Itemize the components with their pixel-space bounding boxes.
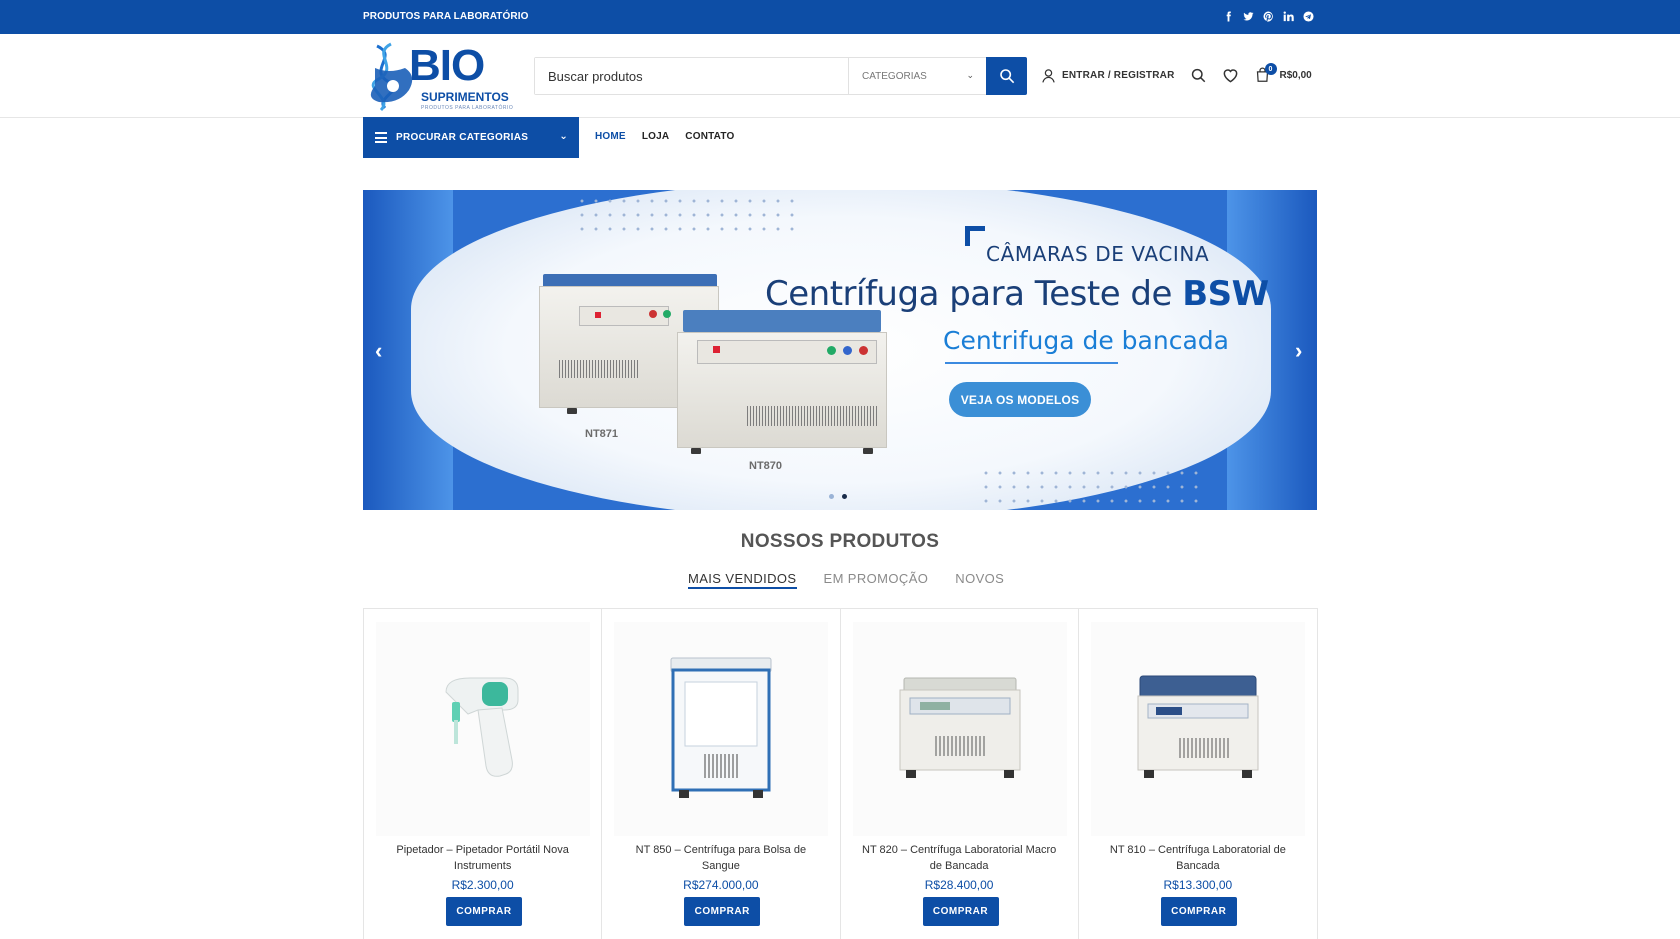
centrifuge-nt850-image — [670, 657, 772, 798]
banner-headline-bold: BSW — [1182, 274, 1269, 314]
search-form: CATEGORIAS ⌄ — [534, 57, 1027, 95]
banner-kicker: CÂMARAS DE VACINA — [986, 242, 1210, 266]
heart-icon — [1223, 68, 1237, 83]
model-label-nt871: NT871 — [585, 428, 619, 440]
search-icon — [1191, 68, 1205, 82]
slider-pagination — [829, 494, 847, 499]
decorative-dots — [575, 194, 799, 236]
model-label-nt870: NT870 — [749, 460, 783, 472]
product-price: R$28.400,00 — [924, 878, 994, 892]
header-actions: ENTRAR / REGISTRAR 0 R$0,00 — [1041, 63, 1312, 87]
slider-prev-arrow-icon[interactable]: ‹ — [375, 338, 382, 364]
centrifuge-nt820-image — [899, 677, 1020, 778]
twitter-icon[interactable] — [1242, 10, 1255, 23]
header-search-button[interactable] — [1191, 68, 1206, 83]
linkedin-icon[interactable] — [1282, 10, 1295, 23]
main-navigation: HOME LOJA CONTATO — [595, 131, 734, 142]
product-name[interactable]: NT 820 – Centrífuga Laboratorial Macro d… — [857, 842, 1062, 874]
site-logo[interactable]: BIO SUPRIMENTOS PRODUTOS PARA LABORATÓRI… — [363, 40, 520, 112]
tab-on-sale[interactable]: EM PROMOÇÃO — [824, 571, 929, 589]
slider-dot-active[interactable] — [842, 494, 847, 499]
menu-icon — [375, 132, 387, 143]
nav-link-home[interactable]: HOME — [595, 131, 626, 142]
logo-tagline: PRODUTOS PARA LABORATÓRIO — [421, 105, 514, 111]
search-icon — [999, 69, 1014, 84]
user-icon — [1042, 68, 1055, 83]
buy-button[interactable]: COMPRAR — [684, 897, 761, 926]
logo-secondary: SUPRIMENTOS — [421, 90, 509, 104]
product-name[interactable]: NT 850 – Centrífuga para Bolsa de Sangue — [618, 842, 823, 874]
cart-button[interactable]: 0 R$0,00 — [1255, 63, 1312, 83]
product-image[interactable] — [376, 622, 590, 836]
banner-headline-text: Centrífuga para Teste de — [765, 274, 1183, 314]
top-bar: PRODUTOS PARA LABORATÓRIO — [0, 0, 1680, 34]
site-header: BIO SUPRIMENTOS PRODUTOS PARA LABORATÓRI… — [0, 34, 1680, 118]
pinterest-icon[interactable] — [1262, 10, 1275, 23]
telegram-icon[interactable] — [1302, 10, 1315, 23]
wishlist-button[interactable] — [1222, 68, 1239, 83]
banner-underline — [945, 362, 1118, 364]
banner-subheadline: Centrifuga de bancada — [943, 326, 1229, 355]
decorative-dots — [979, 466, 1203, 508]
product-grid: Pipetador – Pipetador Portátil Nova Inst… — [363, 608, 1318, 939]
product-name[interactable]: NT 810 – Centrífuga Laboratorial de Banc… — [1095, 842, 1301, 874]
centrifuge-nt870-image: NT870 — [677, 310, 887, 472]
cart-count-badge: 0 — [1264, 63, 1277, 75]
bracket-decoration — [965, 226, 985, 246]
social-links — [1222, 10, 1315, 23]
login-register-link[interactable]: ENTRAR / REGISTRAR — [1041, 68, 1175, 83]
buy-button[interactable]: COMPRAR — [1160, 897, 1237, 926]
product-image[interactable] — [852, 622, 1067, 836]
product-image[interactable] — [614, 622, 829, 836]
section-title: NOSSOS PRODUTOS — [740, 531, 940, 552]
hero-slider: NT871 NT870 CÂMARAS DE VACINA Centrífuga… — [363, 190, 1317, 510]
product-card: NT 810 – Centrífuga Laboratorial de Banc… — [1079, 609, 1317, 939]
product-price: R$274.000,00 — [683, 878, 759, 892]
banner-headline: Centrífuga para Teste de BSW — [765, 274, 1269, 314]
buy-button[interactable]: COMPRAR — [922, 897, 999, 926]
tab-new[interactable]: NOVOS — [955, 571, 1004, 589]
product-tabs: MAIS VENDIDOS EM PROMOÇÃO NOVOS — [688, 571, 1004, 589]
buy-button[interactable]: COMPRAR — [446, 897, 522, 926]
top-bar-tagline: PRODUTOS PARA LABORATÓRIO — [363, 11, 529, 22]
product-name[interactable]: Pipetador – Pipetador Portátil Nova Inst… — [380, 842, 585, 874]
tab-best-sellers[interactable]: MAIS VENDIDOS — [688, 571, 797, 589]
search-input[interactable] — [535, 58, 848, 94]
nav-link-contact[interactable]: CONTATO — [685, 131, 734, 142]
login-label: ENTRAR / REGISTRAR — [1062, 69, 1175, 81]
banner-cta-button[interactable]: VEJA OS MODELOS — [949, 382, 1091, 417]
category-select[interactable]: CATEGORIAS ⌄ — [848, 58, 986, 94]
product-card: Pipetador – Pipetador Portátil Nova Inst… — [364, 609, 603, 939]
slider-next-arrow-icon[interactable]: › — [1295, 338, 1302, 364]
facebook-icon[interactable] — [1222, 10, 1235, 23]
product-price: R$2.300,00 — [451, 878, 514, 892]
chevron-down-icon: ⌄ — [559, 131, 568, 142]
product-price: R$13.300,00 — [1163, 878, 1233, 892]
search-button[interactable] — [986, 57, 1027, 95]
browse-categories-button[interactable]: PROCURAR CATEGORIAS ⌄ — [363, 117, 579, 158]
browse-categories-label: PROCURAR CATEGORIAS — [396, 132, 529, 143]
product-card: NT 850 – Centrífuga para Bolsa de Sangue… — [602, 609, 841, 939]
nav-link-shop[interactable]: LOJA — [642, 131, 669, 142]
product-image[interactable] — [1090, 622, 1305, 836]
chevron-down-icon: ⌄ — [966, 70, 974, 80]
logo-wordmark: BIO — [409, 41, 485, 90]
product-card: NT 820 – Centrífuga Laboratorial Macro d… — [841, 609, 1079, 939]
category-select-label: CATEGORIAS — [862, 70, 927, 82]
slider-dot[interactable] — [829, 494, 834, 499]
pipettor-image — [445, 677, 519, 777]
cart-total: R$0,00 — [1279, 69, 1312, 81]
centrifuge-nt810-image — [1137, 675, 1259, 778]
